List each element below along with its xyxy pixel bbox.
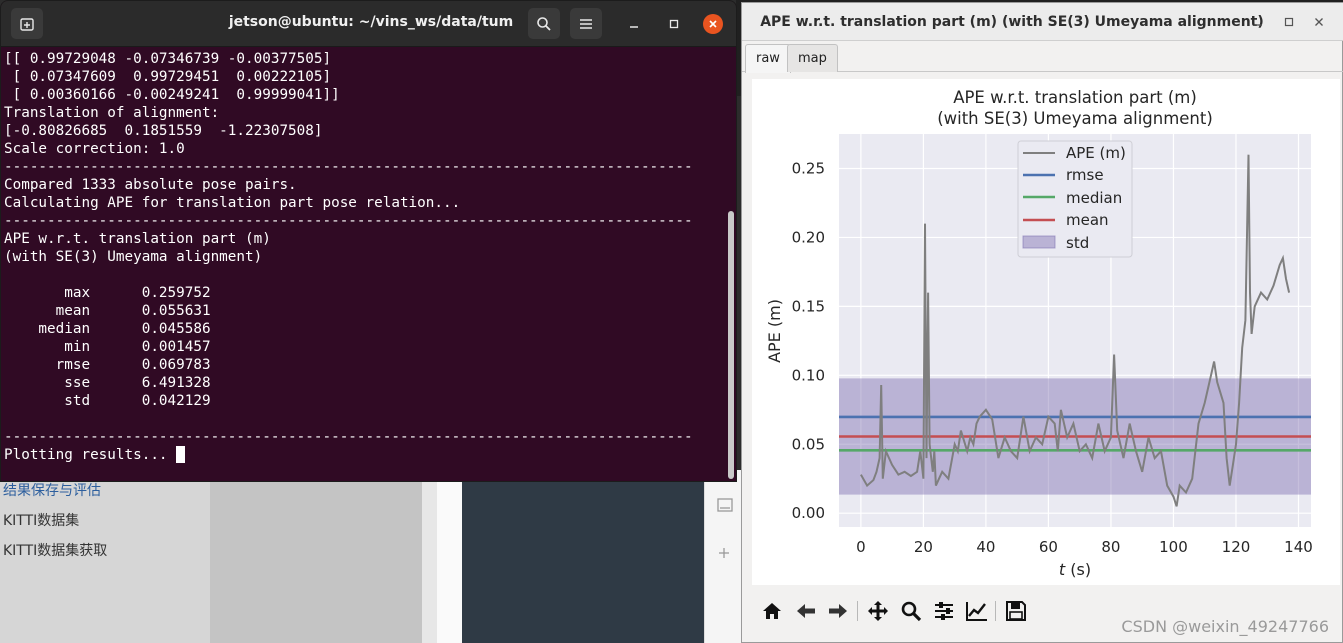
configure-subplots-button[interactable] xyxy=(930,597,958,625)
watermark: CSDN @weixin_49247766 xyxy=(1121,617,1329,636)
minimize-icon xyxy=(630,26,638,28)
x-tick-label: 60 xyxy=(1039,538,1058,556)
x-axis-label: t (s) xyxy=(1059,560,1091,579)
x-tick-label: 140 xyxy=(1284,538,1313,556)
plot-figure[interactable]: 0 20 40 60 80 100 120 140 0.00 0.05 0.10 0.15 0.20 0… xyxy=(752,79,1340,585)
new-tab-icon xyxy=(20,17,34,31)
background-sidebar xyxy=(704,470,742,643)
legend-label-median: median xyxy=(1066,189,1122,207)
configure-subplots-icon xyxy=(935,602,953,620)
background-link[interactable]: KITTI数据集获取 xyxy=(3,540,107,560)
desktop: 结果保存与评估 KITTI数据集 KITTI数据集获取 jetson@ubunt… xyxy=(0,0,1343,643)
background-column xyxy=(422,470,437,643)
legend-label-ape: APE (m) xyxy=(1066,144,1126,162)
tab-map[interactable]: map xyxy=(787,44,838,72)
terminal-scrollbar[interactable] xyxy=(728,211,734,479)
y-tick-label: 0.10 xyxy=(792,366,825,384)
legend-swatch-std xyxy=(1022,235,1056,249)
background-link[interactable]: KITTI数据集 xyxy=(3,510,79,530)
background-panel xyxy=(437,470,462,643)
pan-icon xyxy=(868,601,888,621)
chart-title-line1: APE w.r.t. translation part (m) xyxy=(953,88,1197,107)
terminal-cursor xyxy=(176,446,186,463)
new-tab-button[interactable] xyxy=(11,8,43,39)
menu-button[interactable] xyxy=(570,8,602,39)
add-icon[interactable] xyxy=(717,546,731,560)
pan-button[interactable] xyxy=(864,597,892,625)
x-tick-label: 100 xyxy=(1159,538,1188,556)
x-tick-label: 120 xyxy=(1222,538,1251,556)
x-tick-label: 80 xyxy=(1101,538,1120,556)
back-icon xyxy=(797,604,815,618)
search-button[interactable] xyxy=(528,8,560,39)
maximize-icon xyxy=(669,19,679,29)
background-dark-panel xyxy=(462,470,704,643)
chart-title-line2: (with SE(3) Umeyama alignment) xyxy=(937,109,1213,128)
toolbar-separator xyxy=(857,601,858,621)
minimize-icon xyxy=(1254,24,1262,26)
terminal-titlebar[interactable]: jetson@ubuntu: ~/vins_ws/data/tum xyxy=(1,1,736,47)
hamburger-menu-icon xyxy=(580,18,592,29)
chart-legend: APE (m) rmse median mean std xyxy=(1017,140,1133,258)
zoom-button[interactable] xyxy=(897,597,925,625)
tab-raw[interactable]: raw xyxy=(745,44,791,73)
terminal-text: [[ 0.99729048 -0.07346739 -0.00377505] [… xyxy=(4,51,693,463)
legend-label-rmse: rmse xyxy=(1066,166,1104,184)
background-column xyxy=(210,470,422,643)
minimize-button[interactable] xyxy=(624,14,644,34)
x-tick-labels: 0 20 40 60 80 100 120 140 xyxy=(856,538,1313,556)
toolbar-separator xyxy=(995,601,996,621)
save-icon xyxy=(1006,601,1026,621)
close-button[interactable] xyxy=(703,14,723,34)
ape-chart[interactable]: 0 20 40 60 80 100 120 140 0.000.050.100.150.200… xyxy=(752,79,1340,585)
background-link[interactable]: 结果保存与评估 xyxy=(3,480,101,500)
y-tick-label: 0.25 xyxy=(792,159,825,177)
y-tick-label: 0.15 xyxy=(792,297,825,315)
x-tick-label: 20 xyxy=(914,538,933,556)
zoom-icon xyxy=(901,601,922,622)
plot-tab-bar: raw map xyxy=(742,42,1343,73)
home-icon xyxy=(763,603,781,619)
legend-label-mean: mean xyxy=(1066,211,1109,229)
close-icon xyxy=(1315,18,1323,26)
edit-axis-button[interactable] xyxy=(963,597,991,625)
y-tick-label: 0.00 xyxy=(792,504,825,522)
x-axis-label-unit: (s) xyxy=(1065,560,1091,579)
maximize-button[interactable] xyxy=(664,14,684,34)
terminal-window[interactable]: jetson@ubuntu: ~/vins_ws/data/tum [[ 0.9… xyxy=(0,0,737,482)
plot-window-titlebar[interactable]: APE w.r.t. translation part (m) (with SE… xyxy=(742,3,1343,41)
forward-icon xyxy=(829,604,847,618)
plot-window[interactable]: APE w.r.t. translation part (m) (with SE… xyxy=(741,2,1343,643)
x-tick-label: 40 xyxy=(976,538,995,556)
y-axis-label: APE (m) xyxy=(765,299,784,363)
y-tick-label: 0.20 xyxy=(792,228,825,246)
minimize-button[interactable] xyxy=(1249,13,1267,31)
y-tick-labels: 0.00 0.05 0.10 0.15 0.20 0.25 xyxy=(792,159,825,522)
close-button[interactable] xyxy=(1310,13,1328,31)
keyboard-icon[interactable] xyxy=(717,498,733,512)
edit-axis-icon xyxy=(966,602,987,621)
y-tick-label: 0.05 xyxy=(792,435,825,453)
back-button[interactable] xyxy=(792,597,820,625)
close-icon xyxy=(709,20,717,28)
terminal-title: jetson@ubuntu: ~/vins_ws/data/tum xyxy=(228,14,514,30)
x-tick-label: 0 xyxy=(856,538,866,556)
home-button[interactable] xyxy=(758,597,786,625)
maximize-icon xyxy=(1284,17,1294,27)
maximize-button[interactable] xyxy=(1280,13,1298,31)
legend-label-std: std xyxy=(1066,234,1089,252)
save-button[interactable] xyxy=(1002,597,1030,625)
forward-button[interactable] xyxy=(824,597,852,625)
terminal-output[interactable]: [[ 0.99729048 -0.07346739 -0.00377505] [… xyxy=(4,50,726,480)
plot-window-title: APE w.r.t. translation part (m) (with SE… xyxy=(760,14,1264,30)
search-icon xyxy=(537,16,551,31)
